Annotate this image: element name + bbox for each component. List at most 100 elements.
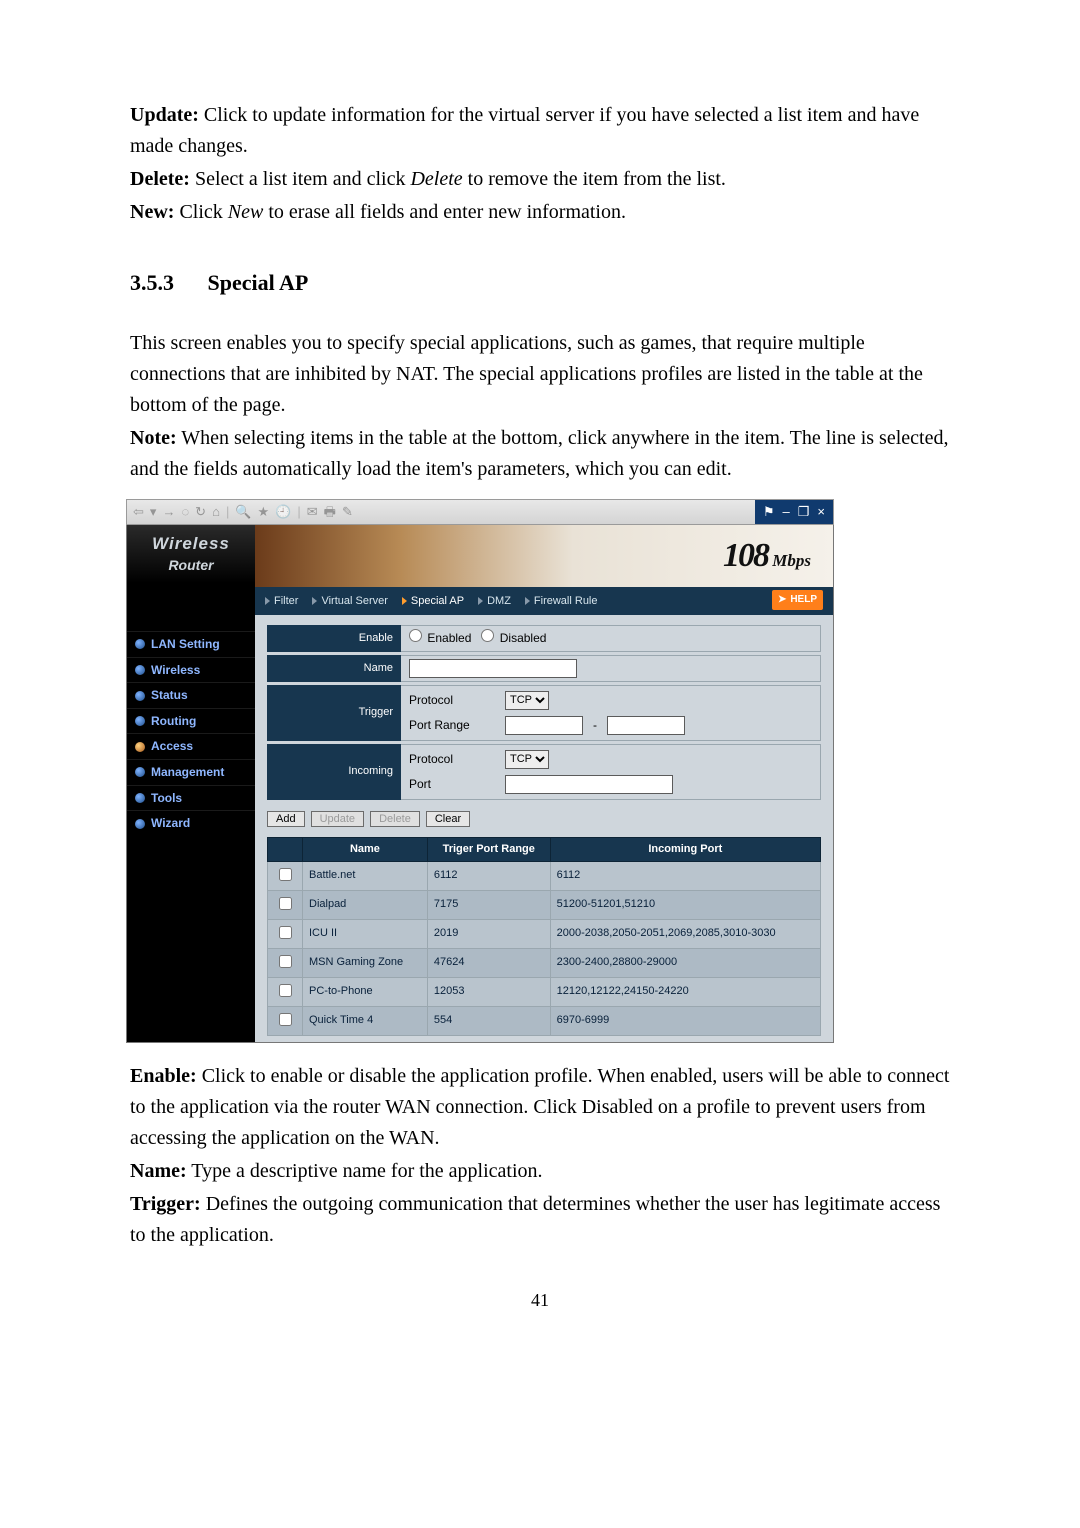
cell-name: PC-to-Phone — [303, 977, 428, 1006]
row-checkbox[interactable] — [279, 868, 292, 881]
sidebar-item-lan-setting[interactable]: LAN Setting — [127, 631, 255, 657]
sidebar-item-wireless[interactable]: Wireless — [127, 657, 255, 683]
sidebar-item-status[interactable]: Status — [127, 682, 255, 708]
enable-enabled-option[interactable]: Enabled — [409, 629, 471, 648]
page-number: 41 — [130, 1287, 950, 1315]
sidebar-item-wizard[interactable]: Wizard — [127, 810, 255, 836]
body-para-2: Note: When selecting items in the table … — [130, 423, 950, 485]
back-icon[interactable]: ⇦ — [133, 502, 144, 522]
sidebar-item-routing[interactable]: Routing — [127, 708, 255, 734]
search-icon[interactable]: 🔍 — [235, 502, 251, 522]
cell-trigger: 7175 — [427, 890, 550, 919]
table-row[interactable]: ICU II20192000-2038,2050-2051,2069,2085,… — [268, 919, 821, 948]
edit-icon[interactable]: ✎ — [342, 502, 353, 522]
ie-toolbar: ⇦ ▾ → ◌ ↻ ⌂ | 🔍 ★ 🕘 | ✉ 🖶 ✎ ⚑ – ❐ × — [126, 499, 834, 525]
bullet-icon — [135, 793, 145, 803]
text-trigger: Defines the outgoing communication that … — [130, 1193, 940, 1246]
tab-virtual-server[interactable]: Virtual Server — [312, 593, 387, 610]
incoming-protocol-select[interactable]: TCP — [505, 750, 549, 769]
para-enable: Enable: Click to enable or disable the a… — [130, 1061, 950, 1154]
tab-firewall-rule[interactable]: Firewall Rule — [525, 593, 598, 610]
cell-trigger: 47624 — [427, 948, 550, 977]
tab-special-ap[interactable]: Special AP — [402, 593, 464, 610]
favorites-icon[interactable]: ★ — [258, 502, 270, 522]
text-name: Type a descriptive name for the applicat… — [187, 1160, 543, 1182]
bullet-icon — [135, 742, 145, 752]
row-checkbox-cell[interactable] — [268, 948, 303, 977]
print-icon[interactable]: 🖶 — [324, 502, 336, 522]
stop-icon[interactable]: ◌ — [181, 502, 189, 522]
row-checkbox[interactable] — [279, 955, 292, 968]
tab-dmz[interactable]: DMZ — [478, 593, 511, 610]
cell-name: Dialpad — [303, 890, 428, 919]
refresh-icon[interactable]: ↻ — [195, 502, 206, 522]
clear-button[interactable]: Clear — [426, 811, 470, 827]
sidebar-item-tools[interactable]: Tools — [127, 785, 255, 811]
cell-trigger: 12053 — [427, 977, 550, 1006]
logo-line1: Wireless — [152, 531, 230, 557]
trigger-protocol-select[interactable]: TCP — [505, 691, 549, 710]
forward-icon[interactable]: → — [162, 502, 175, 522]
table-row[interactable]: PC-to-Phone1205312120,12122,24150-24220 — [268, 977, 821, 1006]
sidebar-item-management[interactable]: Management — [127, 759, 255, 785]
help-arrow-icon: ➤ — [778, 592, 786, 608]
mail-icon[interactable]: ✉ — [307, 502, 318, 522]
incoming-port-input[interactable] — [505, 775, 673, 794]
name-input[interactable] — [409, 659, 577, 678]
enable-disabled-radio[interactable] — [481, 629, 494, 642]
incoming-protocol-label: Protocol — [409, 750, 495, 769]
dropdown-icon[interactable]: ▾ — [150, 502, 157, 522]
banner: 108 Mbps — [255, 525, 833, 587]
trigger-port-start[interactable] — [505, 716, 583, 735]
row-checkbox-cell[interactable] — [268, 977, 303, 1006]
tab-label: Firewall Rule — [534, 593, 598, 610]
label-name: Name: — [130, 1160, 187, 1182]
sidebar-item-access[interactable]: Access — [127, 733, 255, 759]
enable-disabled-option[interactable]: Disabled — [481, 629, 546, 648]
row-checkbox[interactable] — [279, 897, 292, 910]
router-screenshot: ⇦ ▾ → ◌ ↻ ⌂ | 🔍 ★ 🕘 | ✉ 🖶 ✎ ⚑ – ❐ × Wire… — [126, 499, 834, 1043]
history-icon[interactable]: 🕘 — [275, 502, 291, 522]
label-new: New: — [130, 201, 174, 223]
body-para-1: This screen enables you to specify speci… — [130, 328, 950, 421]
table-row[interactable]: Battle.net61126112 — [268, 861, 821, 890]
para-delete: Delete: Select a list item and click Del… — [130, 164, 950, 195]
update-button[interactable]: Update — [311, 811, 364, 827]
label-update: Update: — [130, 104, 199, 126]
sidebar-label: Access — [151, 737, 193, 756]
row-checkbox-cell[interactable] — [268, 890, 303, 919]
section-heading: 3.5.3 Special AP — [130, 266, 950, 300]
tab-label: DMZ — [487, 593, 511, 610]
row-checkbox[interactable] — [279, 984, 292, 997]
trigger-port-end[interactable] — [607, 716, 685, 735]
add-button[interactable]: Add — [267, 811, 305, 827]
incoming-port-label: Port — [409, 775, 495, 794]
close-icon[interactable]: × — [817, 502, 825, 522]
table-row[interactable]: Quick Time 45546970-6999 — [268, 1006, 821, 1035]
table-row[interactable]: MSN Gaming Zone476242300-2400,28800-2900… — [268, 948, 821, 977]
banner-unit: Mbps — [772, 551, 811, 570]
minimize-icon[interactable]: – — [783, 502, 790, 522]
enable-enabled-radio[interactable] — [409, 629, 422, 642]
row-checkbox-cell[interactable] — [268, 1006, 303, 1035]
triangle-icon — [312, 597, 317, 605]
row-checkbox-cell[interactable] — [268, 919, 303, 948]
table-row[interactable]: Dialpad717551200-51201,51210 — [268, 890, 821, 919]
label-trigger: Trigger: — [130, 1193, 201, 1215]
maximize-icon[interactable]: ❐ — [798, 502, 810, 522]
trigger-label: Trigger — [267, 685, 401, 741]
row-checkbox[interactable] — [279, 926, 292, 939]
tab-filter[interactable]: Filter — [265, 593, 298, 610]
th-check — [268, 837, 303, 861]
sidebar-label: Routing — [151, 712, 196, 731]
cell-name: MSN Gaming Zone — [303, 948, 428, 977]
row-checkbox-cell[interactable] — [268, 861, 303, 890]
home-icon[interactable]: ⌂ — [212, 502, 220, 522]
label-enable: Enable: — [130, 1065, 197, 1087]
enable-label: Enable — [267, 625, 401, 652]
tab-label: Filter — [274, 593, 298, 610]
delete-button[interactable]: Delete — [370, 811, 420, 827]
bullet-icon — [135, 716, 145, 726]
row-checkbox[interactable] — [279, 1013, 292, 1026]
help-button[interactable]: ➤HELP — [772, 590, 823, 610]
